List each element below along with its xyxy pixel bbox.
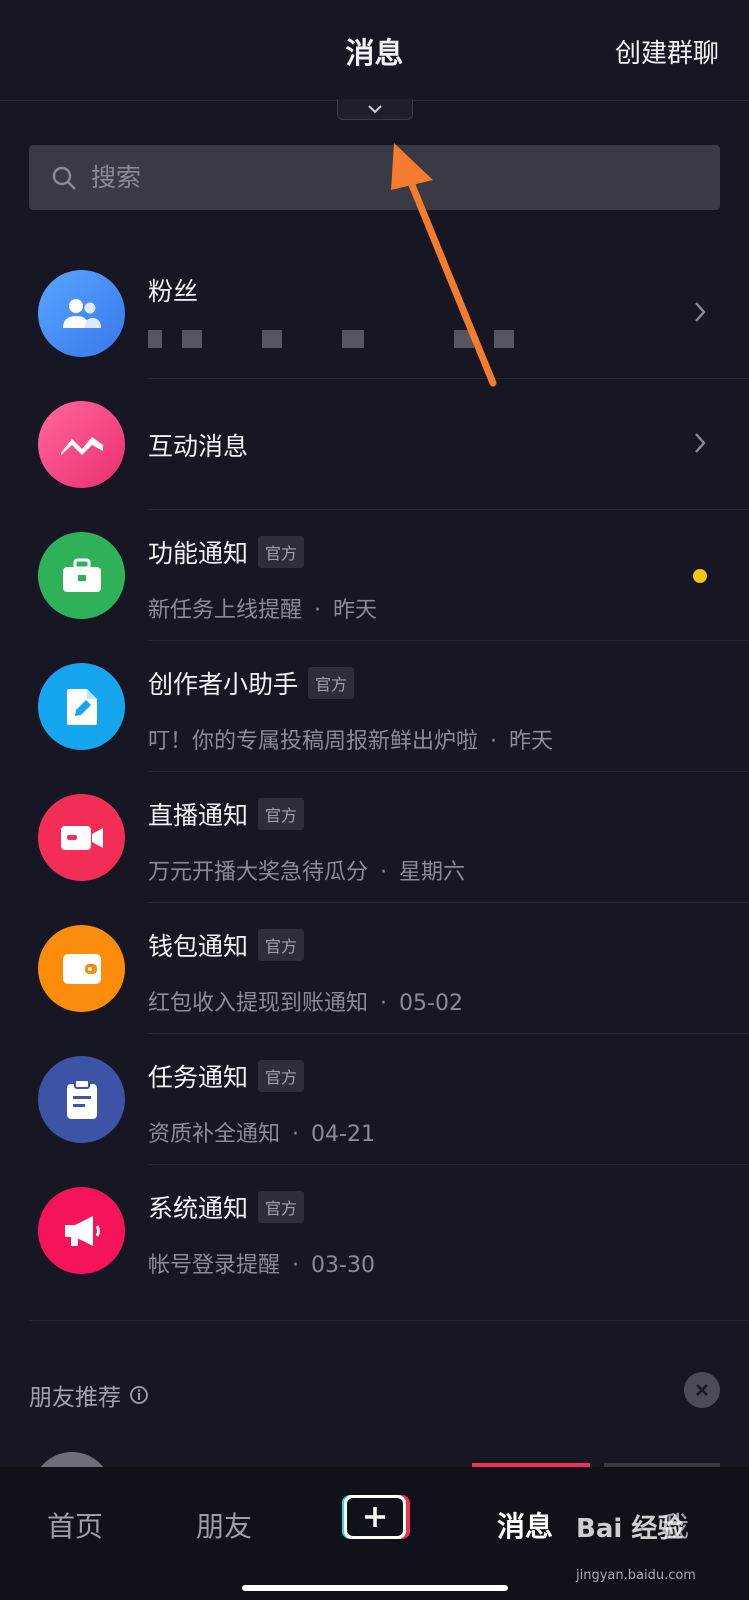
list-item-interaction[interactable]: 互动消息: [0, 379, 749, 510]
row-subtitle: 帐号登录提醒 · 03-30: [148, 1253, 375, 1278]
creator-avatar: [38, 663, 125, 750]
row-title: 直播通知 官方: [148, 796, 305, 832]
info-icon[interactable]: [129, 1385, 149, 1405]
row-title: 创作者小助手 官方: [148, 665, 355, 701]
official-badge: 官方: [258, 536, 305, 568]
search-icon: [52, 166, 76, 190]
row-subtitle: 万元开播大奖急待瓜分 · 星期六: [148, 860, 466, 885]
header: 消息 创建群聊: [0, 0, 749, 101]
tab-messages[interactable]: 消息: [497, 1505, 553, 1545]
official-badge: 官方: [258, 798, 305, 830]
users-icon: [62, 298, 101, 328]
home-indicator: [242, 1585, 508, 1591]
unread-dot: [693, 569, 707, 583]
task-avatar: [38, 1056, 125, 1143]
baidu-watermark-url: jingyan.baidu.com: [576, 1568, 696, 1583]
clipboard-icon: [66, 1078, 97, 1119]
row-title: 钱包通知 官方: [148, 927, 305, 963]
collapse-tab[interactable]: [337, 99, 413, 120]
document-edit-icon: [66, 688, 97, 725]
search-input[interactable]: [89, 162, 693, 193]
tab-friends[interactable]: 朋友: [196, 1505, 252, 1545]
chevron-right-icon: [695, 302, 706, 322]
briefcase-icon: [62, 558, 101, 592]
row-subtitle: 叮！你的专属投稿周报新鲜出炉啦 · 昨天: [148, 729, 554, 754]
row-title: 任务通知 官方: [148, 1058, 305, 1094]
row-subtitle: 新任务上线提醒 · 昨天: [148, 598, 378, 623]
list-item-fans[interactable]: 粉丝: [0, 248, 749, 379]
wave-icon: [60, 436, 103, 455]
search-bar[interactable]: [29, 145, 720, 210]
official-badge: 官方: [308, 667, 355, 699]
wallet-icon: [62, 953, 101, 984]
row-title: 粉丝: [148, 277, 199, 306]
official-badge: 官方: [258, 929, 305, 961]
redacted-text: [148, 330, 514, 348]
list-item-system-notice[interactable]: 系统通知 官方 帐号登录提醒 · 03-30: [0, 1165, 749, 1296]
wallet-avatar: [38, 925, 125, 1012]
live-avatar: [38, 794, 125, 881]
row-subtitle: 资质补全通知 · 04-21: [148, 1122, 375, 1147]
row-subtitle: 红包收入提现到账通知 · 05-02: [148, 991, 463, 1016]
row-title: 系统通知 官方: [148, 1189, 305, 1225]
friend-recommendations-heading: 朋友推荐: [29, 1378, 149, 1412]
megaphone-icon: [64, 1215, 100, 1246]
interaction-avatar: [38, 401, 125, 488]
section-divider: [29, 1320, 749, 1321]
create-post-button[interactable]: [337, 1493, 411, 1541]
official-badge: 官方: [258, 1191, 305, 1223]
feature-avatar: [38, 532, 125, 619]
list-item-task-notice[interactable]: 任务通知 官方 资质补全通知 · 04-21: [0, 1034, 749, 1165]
official-badge: 官方: [258, 1060, 305, 1092]
baidu-watermark: Bai 经验: [576, 1514, 684, 1544]
create-group-button[interactable]: 创建群聊: [615, 33, 719, 70]
chevron-right-icon: [695, 433, 706, 453]
system-avatar: [38, 1187, 125, 1274]
tab-home[interactable]: 首页: [47, 1505, 103, 1545]
video-camera-icon: [60, 825, 103, 850]
list-item-live-notice[interactable]: 直播通知 官方 万元开播大奖急待瓜分 · 星期六: [0, 772, 749, 903]
row-title: 互动消息: [148, 432, 249, 461]
chevron-down-icon: [368, 105, 382, 114]
list-item-creator-assistant[interactable]: 创作者小助手 官方 叮！你的专属投稿周报新鲜出炉啦 · 昨天: [0, 641, 749, 772]
list-item-wallet-notice[interactable]: 钱包通知 官方 红包收入提现到账通知 · 05-02: [0, 903, 749, 1034]
fans-avatar: [38, 270, 125, 357]
close-recommendations-button[interactable]: [684, 1372, 720, 1408]
close-icon: [696, 1384, 708, 1396]
list-item-feature-notice[interactable]: 功能通知 官方 新任务上线提醒 · 昨天: [0, 510, 749, 641]
row-title: 功能通知 官方: [148, 534, 305, 570]
